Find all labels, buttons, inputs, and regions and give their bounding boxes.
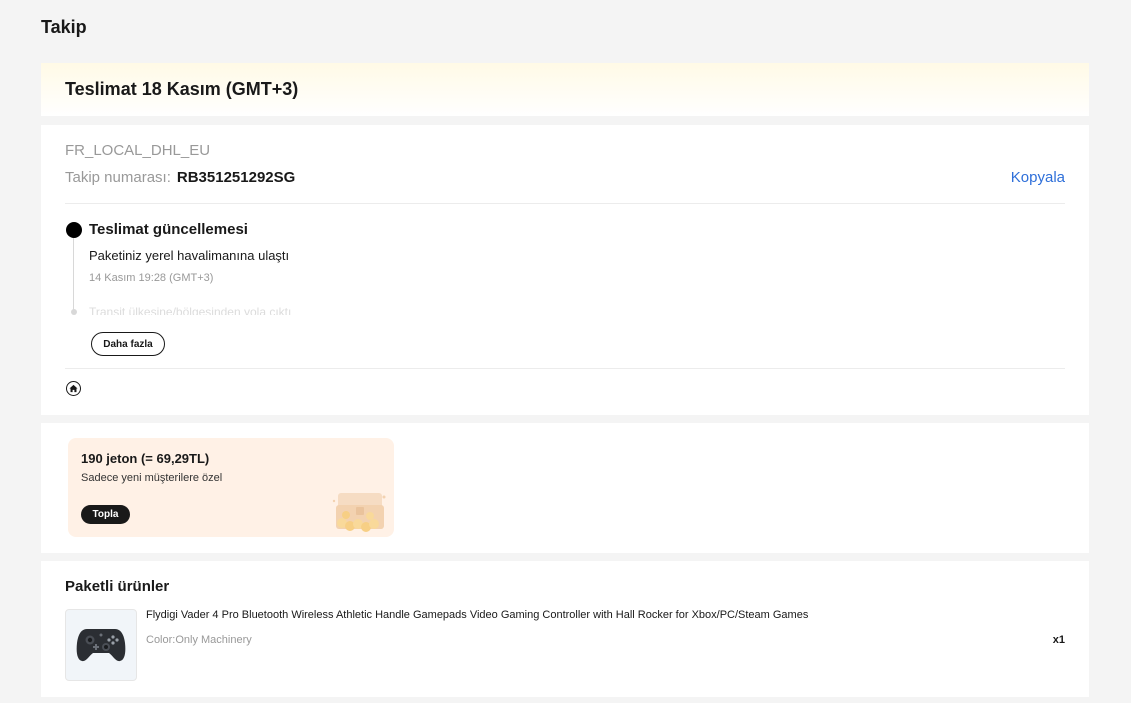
delivery-card: Teslimat 18 Kasım (GMT+3) (41, 63, 1089, 116)
product-variant: Color:Only Machinery (146, 634, 252, 646)
treasure-chest-icon (332, 493, 386, 532)
packaged-products-card: Paketli ürünler Flydigi Vader 4 Pro Blue… (41, 561, 1089, 697)
page-title: Takip (41, 17, 87, 37)
coins-card: 190 jeton (= 69,29TL) Sadece yeni müşter… (41, 423, 1089, 553)
tracking-number-label: Takip numarası: (65, 169, 171, 186)
copy-tracking-link[interactable]: Kopyala (1011, 169, 1065, 186)
tracking-number-row: Takip numarası: RB351251292SG (65, 169, 295, 186)
delivery-date-title: Teslimat 18 Kasım (GMT+3) (65, 79, 299, 99)
tracking-card: FR_LOCAL_DHL_EU Takip numarası: RB3512512… (41, 125, 1089, 415)
timeline-previous-dot (71, 309, 77, 315)
coin-offer-title: 190 jeton (= 69,29TL) (81, 451, 210, 466)
timeline-line (73, 238, 74, 310)
product-quantity: x1 (1052, 634, 1065, 646)
product-image[interactable] (65, 609, 137, 681)
divider (65, 203, 1065, 204)
timeline-current-dot (66, 222, 82, 238)
gamepad-icon (76, 629, 126, 662)
event-time: 14 Kasım 19:28 (GMT+3) (89, 272, 214, 284)
event-title: Teslimat güncellemesi (89, 221, 248, 238)
divider (65, 368, 1065, 369)
coin-offer-subtitle: Sadece yeni müşterilere özel (81, 472, 223, 484)
home-icon[interactable] (66, 381, 81, 396)
carrier-name: FR_LOCAL_DHL_EU (65, 142, 211, 159)
event-description: Paketiniz yerel havalimanına ulaştı (89, 248, 290, 263)
collect-coins-button[interactable]: Topla (81, 505, 130, 524)
products-title: Paketli ürünler (65, 578, 170, 595)
coin-offer-box: 190 jeton (= 69,29TL) Sadece yeni müşter… (68, 438, 394, 537)
tracking-number: RB351251292SG (176, 169, 296, 186)
product-name[interactable]: Flydigi Vader 4 Pro Bluetooth Wireless A… (146, 609, 808, 621)
show-more-button[interactable]: Daha fazla (91, 332, 165, 356)
previous-event-text: Transit ülkesine/bölgesinden yola çıktı (89, 305, 292, 315)
